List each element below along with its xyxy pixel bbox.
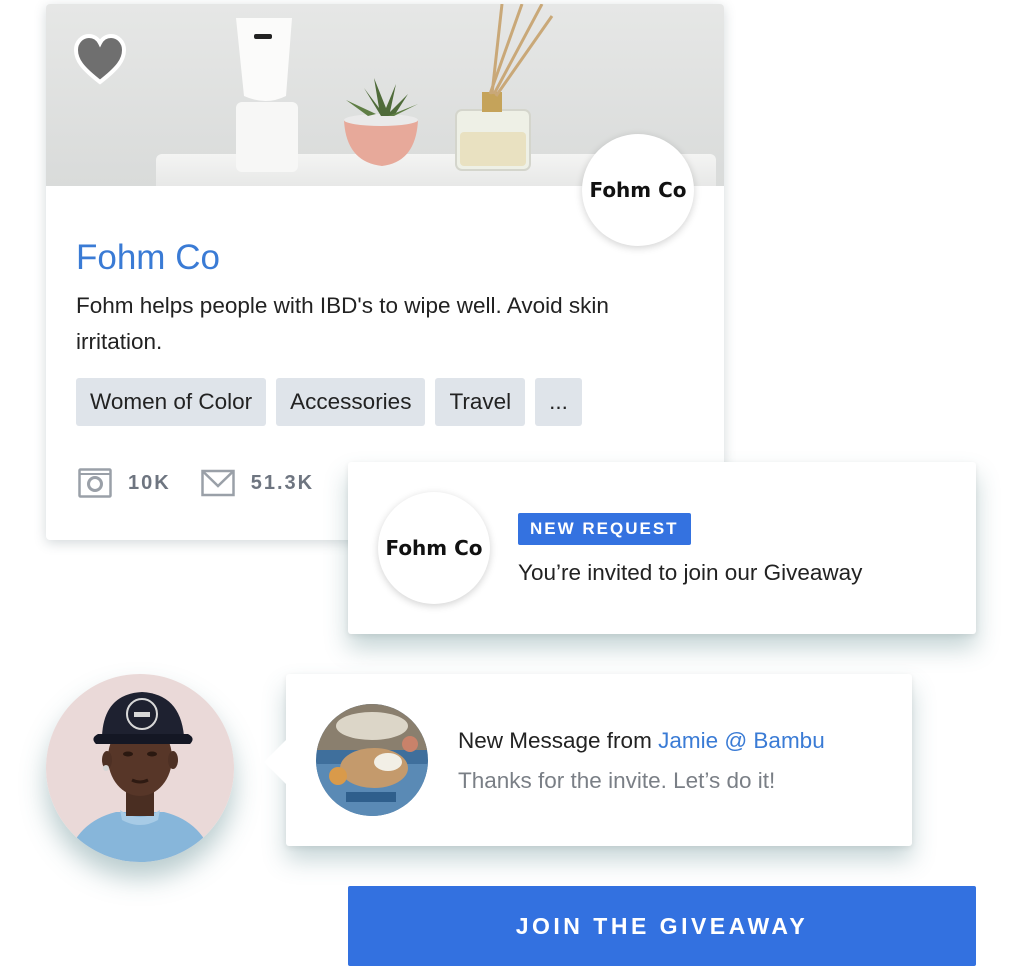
mail-subscribers: 51.3K [250, 471, 315, 494]
request-notification-card[interactable]: Fohm Co NEW REQUEST You’re invited to jo… [348, 462, 976, 634]
message-sender-link[interactable]: Jamie @ Bambu [658, 728, 825, 753]
brand-name[interactable]: Fohm Co [76, 238, 220, 278]
request-text: You’re invited to join our Giveaway [518, 560, 863, 585]
instagram-icon [78, 468, 112, 498]
brand-description: Fohm helps people with IBD's to wipe wel… [76, 293, 609, 354]
user-avatar [46, 674, 234, 862]
join-giveaway-button[interactable]: JOIN THE GIVEAWAY [348, 886, 976, 966]
tag-more[interactable]: ... [535, 378, 582, 426]
brand-logo: Fohm Co [582, 134, 694, 246]
instagram-followers: 10K [128, 471, 171, 494]
message-body: Thanks for the invite. Let’s do it! [458, 768, 776, 793]
tag-women-of-color[interactable]: Women of Color [76, 378, 267, 426]
favorite-heart-icon[interactable] [72, 32, 128, 88]
message-title: New Message from Jamie @ Bambu [458, 728, 825, 754]
message-title-prefix: New Message from [458, 728, 659, 753]
tag-accessories[interactable]: Accessories [276, 378, 426, 426]
tag-travel[interactable]: Travel [435, 378, 526, 426]
mail-icon [200, 469, 235, 497]
new-request-badge: NEW REQUEST [518, 513, 691, 545]
stat-instagram: 10K [78, 468, 171, 498]
tag-list: Women of Color Accessories Travel ... [76, 378, 582, 426]
sender-avatar [316, 704, 428, 816]
brand-card[interactable]: Fohm Co Fohm Co Fohm helps people with I… [46, 4, 724, 540]
message-card[interactable]: New Message from Jamie @ Bambu Thanks fo… [264, 674, 912, 846]
brand-stats: 10K 51.3K [78, 468, 344, 498]
request-brand-logo: Fohm Co [378, 492, 490, 604]
stat-mail: 51.3K [200, 468, 315, 498]
